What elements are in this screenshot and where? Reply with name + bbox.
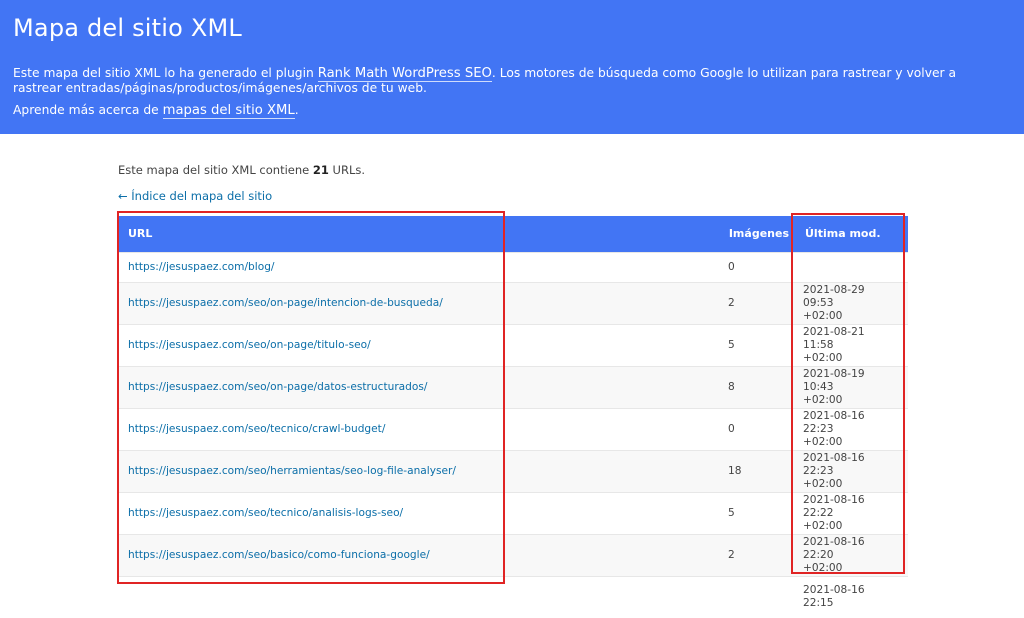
url-cell: https://jesuspaez.com/seo/tecnico/crawl-… [118,407,718,450]
sitemap-table: URL Imágenes Última mod. https://jesuspa… [118,216,908,618]
url-cell: https://jesuspaez.com/seo/basico/como-fu… [118,533,718,576]
table-row: https://jesuspaez.com/seo/on-page/intenc… [118,281,908,324]
url-count-value: 21 [312,163,329,177]
table-row: https://jesuspaez.com/seo/tecnico/analis… [118,491,908,534]
url-link[interactable]: https://jesuspaez.com/blog/ [128,261,275,273]
lastmod-cell: 2021-08-16 22:22 +02:00 [793,491,908,534]
table-row: https://jesuspaez.com/seo/tecnico/crawl-… [118,407,908,450]
lastmod-cell: 2021-08-16 22:23 +02:00 [793,407,908,450]
page-title: Mapa del sitio XML [13,14,242,42]
lastmod-date: 2021-08-16 22:23 [803,451,865,477]
lastmod-timezone: +02:00 [803,351,843,364]
url-cell [118,575,718,618]
lastmod-timezone: +02:00 [803,519,843,532]
table-row: https://jesuspaez.com/seo/basico/como-fu… [118,533,908,576]
lastmod-timezone: +02:00 [803,393,843,406]
images-count: 8 [718,365,793,408]
images-count: 2 [718,281,793,324]
rank-math-plugin-link[interactable]: Rank Math WordPress SEO [317,66,492,82]
url-link[interactable]: https://jesuspaez.com/seo/tecnico/analis… [128,507,403,519]
url-link[interactable]: https://jesuspaez.com/seo/herramientas/s… [128,465,456,477]
url-link[interactable]: https://jesuspaez.com/seo/on-page/datos-… [128,381,427,393]
lastmod-column-header: Última mod. [793,216,908,252]
table-header-row: URL Imágenes Última mod. [118,216,908,252]
lastmod-date: 2021-08-16 22:23 [803,409,865,435]
url-count-after: URLs. [328,163,366,177]
url-link[interactable]: https://jesuspaez.com/seo/tecnico/crawl-… [128,423,385,435]
url-cell: https://jesuspaez.com/seo/on-page/datos-… [118,365,718,408]
url-count-before: Este mapa del sitio XML contiene [118,163,313,177]
url-cell: https://jesuspaez.com/seo/on-page/intenc… [118,281,718,324]
lastmod-cell: 2021-08-16 22:20 +02:00 [793,533,908,576]
url-column-header: URL [118,216,718,252]
url-count: Este mapa del sitio XML contiene 21 URLs… [118,163,365,177]
xml-sitemaps-link[interactable]: mapas del sitio XML [162,103,295,119]
table-row: https://jesuspaez.com/seo/on-page/titulo… [118,323,908,366]
lastmod-cell [793,251,908,282]
url-link[interactable]: https://jesuspaez.com/seo/on-page/titulo… [128,339,371,351]
url-cell: https://jesuspaez.com/seo/tecnico/analis… [118,491,718,534]
lastmod-date: 2021-08-21 11:58 [803,325,865,351]
url-link[interactable]: https://jesuspaez.com/seo/on-page/intenc… [128,297,443,309]
sitemap-index-link[interactable]: ← Índice del mapa del sitio [118,189,272,203]
images-count [718,575,793,618]
learn-more-text-before: Aprende más acerca de [13,103,163,117]
images-column-header: Imágenes [718,216,793,252]
url-link[interactable]: https://jesuspaez.com/seo/basico/como-fu… [128,549,430,561]
url-cell: https://jesuspaez.com/blog/ [118,251,718,282]
lastmod-cell: 2021-08-19 10:43 +02:00 [793,365,908,408]
images-count: 5 [718,323,793,366]
lastmod-timezone: +02:00 [803,435,843,448]
images-count: 0 [718,407,793,450]
images-count: 2 [718,533,793,576]
learn-more-text: Aprende más acerca de mapas del sitio XM… [13,103,299,119]
page-header: Mapa del sitio XML Este mapa del sitio X… [0,0,1024,134]
table-row: https://jesuspaez.com/blog/ 0 [118,251,908,282]
images-count: 5 [718,491,793,534]
table-row: 2021-08-16 22:15 [118,575,908,618]
lastmod-timezone: +02:00 [803,561,843,574]
lastmod-date: 2021-08-19 10:43 [803,367,865,393]
lastmod-timezone: +02:00 [803,477,843,490]
url-cell: https://jesuspaez.com/seo/on-page/titulo… [118,323,718,366]
table-row: https://jesuspaez.com/seo/on-page/datos-… [118,365,908,408]
url-cell: https://jesuspaez.com/seo/herramientas/s… [118,449,718,492]
images-count: 18 [718,449,793,492]
images-count: 0 [718,251,793,282]
learn-more-text-after: . [294,103,299,117]
lastmod-date: 2021-08-29 09:53 [803,283,865,309]
lastmod-date: 2021-08-16 22:22 [803,493,865,519]
lastmod-date: 2021-08-16 22:20 [803,535,865,561]
lastmod-timezone: +02:00 [803,309,843,322]
lastmod-cell: 2021-08-16 22:23 +02:00 [793,449,908,492]
header-description: Este mapa del sitio XML lo ha generado e… [13,66,1003,96]
description-text-before: Este mapa del sitio XML lo ha generado e… [13,66,318,80]
lastmod-cell: 2021-08-29 09:53 +02:00 [793,281,908,324]
lastmod-cell: 2021-08-21 11:58 +02:00 [793,323,908,366]
table-row: https://jesuspaez.com/seo/herramientas/s… [118,449,908,492]
lastmod-cell: 2021-08-16 22:15 [793,575,908,618]
